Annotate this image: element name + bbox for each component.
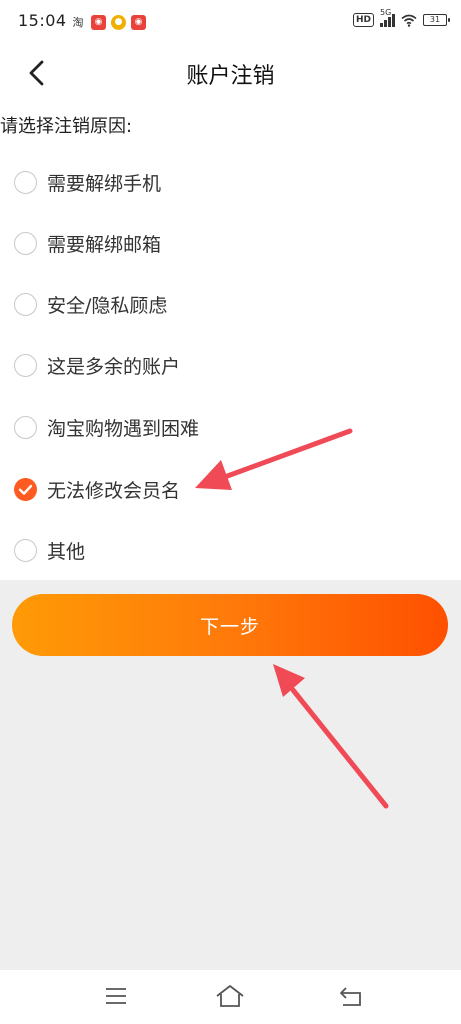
option-label: 这是多余的账户 bbox=[47, 355, 181, 378]
nav-header: 账户注销 bbox=[0, 44, 461, 104]
wifi-icon bbox=[401, 14, 417, 27]
option-other[interactable]: 其他 bbox=[0, 525, 461, 575]
radio-button[interactable] bbox=[14, 292, 37, 316]
weibo-notification-icon: ◉ bbox=[91, 14, 106, 30]
battery-icon: 31 bbox=[423, 14, 450, 26]
status-time: 15:04 bbox=[18, 11, 67, 30]
next-step-label: 下一步 bbox=[199, 615, 260, 638]
reason-prompt: 请选择注销原因: bbox=[0, 116, 133, 137]
signal-icon: 5G bbox=[380, 8, 395, 27]
option-label: 其他 bbox=[47, 540, 86, 563]
option-label: 需要解绑手机 bbox=[47, 172, 162, 195]
checkmark-icon bbox=[18, 484, 33, 495]
radio-button[interactable] bbox=[14, 170, 37, 194]
radio-button-checked[interactable] bbox=[14, 477, 37, 501]
eye-notification-icon: ● bbox=[111, 14, 126, 30]
option-security-privacy[interactable]: 安全/隐私顾虑 bbox=[0, 279, 461, 329]
notification-icons: 淘 ◉ ● ◉ bbox=[70, 14, 146, 30]
system-status-icons: HD 5G 31 bbox=[352, 8, 450, 27]
radio-button[interactable] bbox=[14, 538, 37, 562]
app-notification-icon: ◉ bbox=[131, 14, 146, 30]
battery-level: 31 bbox=[429, 15, 441, 24]
page-title: 账户注销 bbox=[186, 64, 275, 89]
status-bar: 15:04 淘 ◉ ● ◉ HD 5G 31 bbox=[0, 0, 461, 44]
option-unbind-email[interactable]: 需要解绑邮箱 bbox=[0, 218, 461, 268]
option-label: 淘宝购物遇到困难 bbox=[47, 417, 200, 440]
radio-button[interactable] bbox=[14, 415, 37, 439]
option-label: 需要解绑邮箱 bbox=[47, 233, 162, 256]
menu-icon[interactable] bbox=[104, 986, 128, 1006]
option-label: 无法修改会员名 bbox=[47, 479, 181, 502]
network-type-label: 5G bbox=[380, 8, 392, 17]
option-shopping-difficulty[interactable]: 淘宝购物遇到困难 bbox=[0, 402, 461, 452]
next-step-button[interactable]: 下一步 bbox=[12, 594, 448, 656]
back-icon[interactable] bbox=[338, 984, 364, 1008]
home-icon[interactable] bbox=[214, 983, 246, 1009]
option-redundant-account[interactable]: 这是多余的账户 bbox=[0, 340, 461, 390]
option-unbind-phone[interactable]: 需要解绑手机 bbox=[0, 157, 461, 207]
radio-button[interactable] bbox=[14, 231, 37, 255]
system-nav-bar bbox=[0, 970, 461, 1024]
taobao-notification-icon: 淘 bbox=[72, 16, 84, 29]
option-label: 安全/隐私顾虑 bbox=[47, 294, 168, 317]
hd-voice-icon: HD bbox=[352, 13, 374, 27]
radio-button[interactable] bbox=[14, 353, 37, 377]
option-cannot-change-username[interactable]: 无法修改会员名 bbox=[0, 464, 461, 514]
